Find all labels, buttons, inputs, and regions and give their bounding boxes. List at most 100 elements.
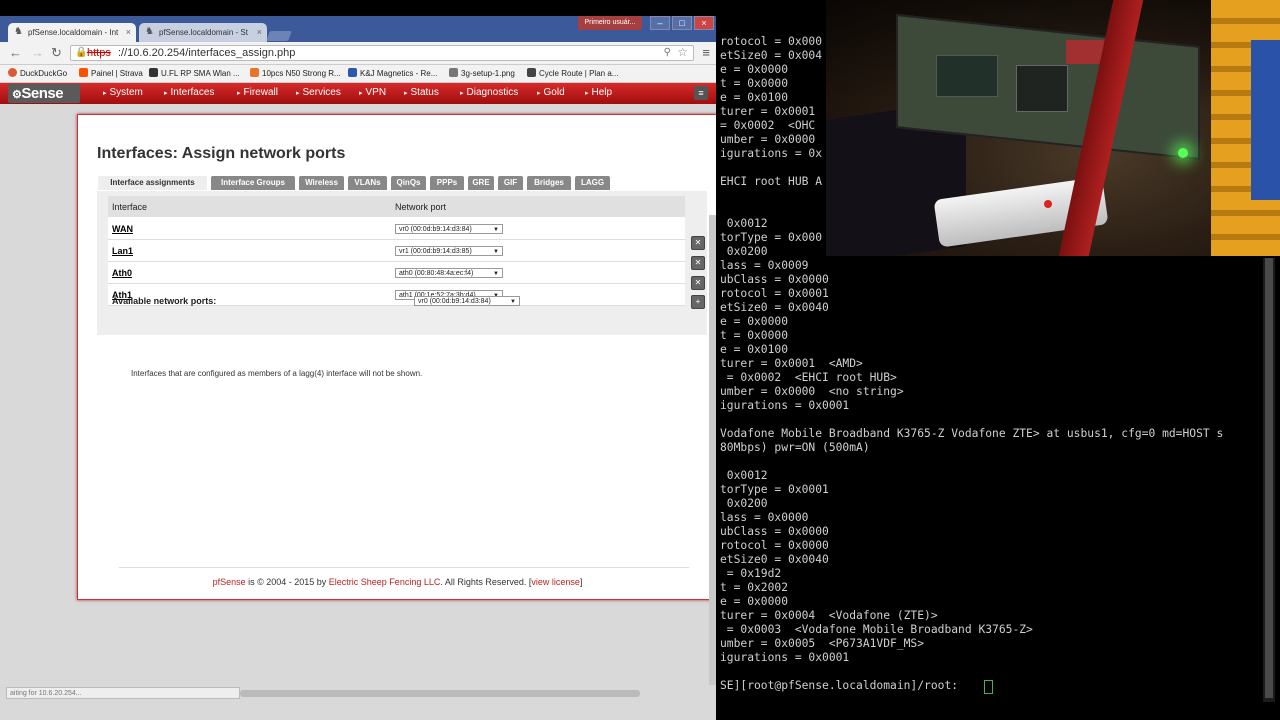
terminal-line: e = 0x0000 [720, 63, 789, 76]
delete-interface-icon[interactable]: ✕ [691, 256, 705, 270]
nav-label: Gold [543, 87, 565, 98]
reload-icon[interactable]: ↻ [51, 46, 62, 59]
bookmark-item[interactable]: Cycle Route | Plan a... [527, 68, 618, 78]
browser-tab-active[interactable]: ♞ pfSense.localdomain - Int × [8, 23, 136, 42]
url-scheme: https [87, 47, 111, 59]
nav-arrow-icon: ▸ [103, 90, 107, 97]
terminal-line: SE][root@pfSense.localdomain]/root: [720, 679, 965, 692]
terminal-line: umber = 0x0005 <P673A1VDF_MS> [720, 637, 925, 650]
tab-bridges[interactable]: Bridges [527, 176, 571, 190]
delete-interface-icon[interactable]: ✕ [691, 276, 705, 290]
nav-diagnostics[interactable]: ▸ Diagnostics [460, 87, 518, 98]
tab-interface-groups[interactable]: Interface Groups [211, 176, 295, 190]
pfsense-logo[interactable]: ⚙Sense [8, 84, 80, 103]
board-chip [1016, 65, 1068, 112]
duckduckgo-icon [8, 68, 17, 77]
footer-brand-link[interactable]: pfSense [213, 577, 246, 587]
lagg-note: Interfaces that are configured as member… [131, 369, 423, 378]
bookmark-star-icon[interactable]: ☆ [677, 45, 688, 59]
address-bar[interactable]: 🔒 https ://10.6.20.254/interfaces_assign… [70, 45, 694, 61]
bookmark-item[interactable]: DuckDuckGo [8, 68, 67, 78]
tab-ppps[interactable]: PPPs [430, 176, 464, 190]
footer-company-link[interactable]: Electric Sheep Fencing LLC [329, 577, 441, 587]
nav-vpn[interactable]: ▸ VPN [359, 87, 386, 98]
terminal-scroll-thumb[interactable] [1265, 258, 1273, 698]
terminal-line: 0x0012 [720, 469, 768, 482]
terminal-line: e = 0x0000 [720, 595, 789, 608]
nav-arrow-icon: ▸ [237, 90, 241, 97]
page-horizontal-scrollbar[interactable] [240, 690, 640, 697]
available-ports-select[interactable]: vr0 (00:0d:b9:14:d3:84) [414, 296, 520, 307]
nav-system[interactable]: ▸ System [103, 87, 143, 98]
delete-interface-icon[interactable]: ✕ [691, 236, 705, 250]
close-tab-icon[interactable]: × [126, 23, 131, 42]
tab-lagg[interactable]: LAGG [575, 176, 610, 190]
nav-arrow-icon: ▸ [537, 90, 541, 97]
network-port-select[interactable]: vr1 (00:0d:b9:14:d3:85) [395, 246, 503, 257]
minimize-icon[interactable]: – [650, 16, 670, 30]
nav-status[interactable]: ▸ Status [404, 87, 439, 98]
tab-qinqs[interactable]: QinQs [391, 176, 426, 190]
profile-user-button[interactable]: Primeiro usuár... [578, 16, 642, 30]
window-caption: Primeiro usuár... – □ × [578, 16, 716, 30]
blue-brick [1251, 40, 1280, 200]
bookmark-item[interactable]: 3g-setup-1.png [449, 68, 515, 78]
bookmark-item[interactable]: U.FL RP SMA Wlan ... [149, 68, 240, 78]
terminal-line: 0x0200 [720, 245, 768, 258]
chrome-menu-icon[interactable]: ≡ [702, 45, 710, 60]
bookmark-item[interactable]: Painel | Strava [79, 68, 143, 78]
zoom-icon[interactable]: ⚲ [664, 46, 671, 60]
nav-arrow-icon: ▸ [164, 90, 168, 97]
bookmarks-bar: DuckDuckGo Painel | Strava U.FL RP SMA W… [0, 65, 716, 83]
bookmark-label: Painel | Strava [91, 69, 143, 78]
table-row: Ath0 ath0 (00:80:48:4a:ec:f4) [108, 261, 685, 284]
nav-help[interactable]: ▸ Help [585, 87, 612, 98]
terminal-line: t = 0x2002 [720, 581, 789, 594]
bookmark-item[interactable]: 10pcs N50 Strong R... [250, 68, 341, 78]
insecure-lock-icon: 🔒 [75, 47, 88, 58]
close-tab-icon[interactable]: × [257, 23, 262, 42]
terminal-line: rotocol = 0x0001 [720, 287, 829, 300]
available-ports-label: Available network ports: [112, 296, 217, 306]
pfsense-menu-icon[interactable]: ≡ [694, 86, 708, 100]
board-chip [936, 55, 998, 97]
view-license-link[interactable]: view license [531, 577, 580, 587]
tab-gre[interactable]: GRE [468, 176, 494, 190]
interface-link-lan1[interactable]: Lan1 [108, 239, 391, 262]
image-icon [449, 68, 458, 77]
nav-label: Status [410, 87, 439, 98]
new-tab-button[interactable] [266, 31, 292, 41]
network-port-select[interactable]: vr0 (00:0d:b9:14:d3:84) [395, 224, 503, 235]
close-window-icon[interactable]: × [694, 16, 714, 30]
browser-tab-inactive[interactable]: ♞ pfSense.localdomain - St × [139, 23, 267, 42]
nav-gold[interactable]: ▸ Gold [537, 87, 565, 98]
browser-toolbar: ← → ↻ 🔒 https ://10.6.20.254/interfaces_… [0, 42, 716, 65]
interface-link-ath0[interactable]: Ath0 [108, 261, 391, 284]
forward-icon[interactable]: → [31, 46, 44, 59]
tab-wireless[interactable]: Wireless [299, 176, 344, 190]
tab-gif[interactable]: GIF [498, 176, 523, 190]
tab-interface-assignments[interactable]: Interface assignments [98, 176, 207, 190]
interface-link-wan[interactable]: WAN [108, 217, 391, 240]
terminal-line: turer = 0x0001 <AMD> [720, 357, 863, 370]
page-title: Interfaces: Assign network ports [97, 145, 346, 162]
maximize-icon[interactable]: □ [672, 16, 692, 30]
browser-status-bar: aiting for 10.6.20.254... [6, 687, 240, 699]
nav-interfaces[interactable]: ▸ Interfaces [164, 87, 214, 98]
network-port-select[interactable]: ath0 (00:80:48:4a:ec:f4) [395, 268, 503, 279]
tab-vlans[interactable]: VLANs [348, 176, 387, 190]
nav-services[interactable]: ▸ Services [296, 87, 341, 98]
terminal-line: e = 0x0100 [720, 343, 789, 356]
page-vertical-scrollbar[interactable] [709, 215, 716, 685]
bookmark-item[interactable]: K&J Magnetics - Re... [348, 68, 437, 78]
back-icon[interactable]: ← [9, 46, 22, 59]
nav-arrow-icon: ▸ [404, 90, 408, 97]
table-row: WAN vr0 (00:0d:b9:14:d3:84) [108, 217, 685, 240]
add-interface-icon[interactable]: + [691, 295, 705, 309]
url-path: ://10.6.20.254/interfaces_assign.php [118, 47, 296, 59]
browser-window: ♞ pfSense.localdomain - Int × ♞ pfSense.… [0, 16, 716, 720]
nav-firewall[interactable]: ▸ Firewall [237, 87, 278, 98]
nav-label: VPN [365, 87, 387, 98]
terminal-line: igurations = 0x [720, 147, 823, 160]
terminal-line: etSize0 = 0x0040 [720, 301, 829, 314]
